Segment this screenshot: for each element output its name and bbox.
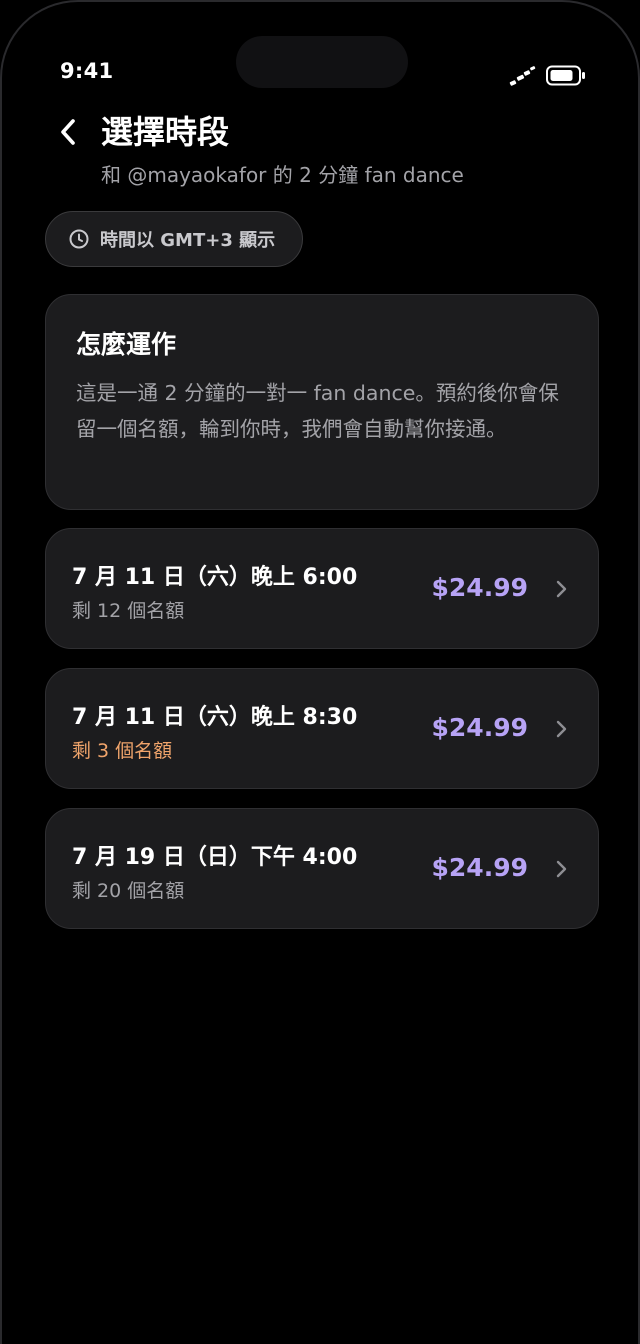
- slot-remaining: 剩 20 個名額: [72, 880, 185, 902]
- slot-row[interactable]: 7 月 19 日（日）下午 4:00 剩 20 個名額 $24.99: [45, 808, 599, 929]
- phone-screen: 9:41 選擇時段 和 @mayaokafor 的 2 分鐘 fan dance…: [0, 0, 640, 1344]
- status-time: 9:41: [60, 59, 114, 83]
- chevron-right-icon: [556, 720, 567, 738]
- slot-row[interactable]: 7 月 11 日（六）晚上 6:00 剩 12 個名額 $24.99: [45, 528, 599, 649]
- dynamic-island: [236, 36, 408, 88]
- info-card-body: 這是一通 2 分鐘的一對一 fan dance。預約後你會保留一個名額，輪到你時…: [76, 381, 559, 441]
- slot-price: $24.99: [431, 573, 528, 602]
- chevron-left-icon: [61, 119, 75, 145]
- chevron-right-icon: [556, 860, 567, 878]
- page-title: 選擇時段: [101, 113, 230, 151]
- slot-datetime: 7 月 11 日（六）晚上 6:00: [72, 565, 358, 590]
- timezone-label: 時間以 GMT+3 顯示: [100, 230, 276, 251]
- signal-icon: [509, 66, 536, 86]
- slot-remaining: 剩 3 個名額: [72, 740, 173, 762]
- chevron-right-icon: [556, 580, 567, 598]
- slot-price: $24.99: [431, 853, 528, 882]
- timezone-chip[interactable]: 時間以 GMT+3 顯示: [45, 211, 303, 267]
- slot-row[interactable]: 7 月 11 日（六）晚上 8:30 剩 3 個名額 $24.99: [45, 668, 599, 789]
- slot-price: $24.99: [431, 713, 528, 742]
- slot-datetime: 7 月 19 日（日）下午 4:00: [72, 845, 358, 870]
- back-button[interactable]: [48, 112, 88, 152]
- battery-icon: [546, 65, 585, 86]
- info-card-title: 怎麼運作: [76, 330, 177, 359]
- how-it-works-card: 怎麼運作 這是一通 2 分鐘的一對一 fan dance。預約後你會保留一個名額…: [45, 294, 599, 510]
- clock-icon: [69, 229, 89, 249]
- page-subtitle: 和 @mayaokafor 的 2 分鐘 fan dance: [101, 163, 464, 187]
- slot-remaining: 剩 12 個名額: [72, 600, 185, 622]
- slot-datetime: 7 月 11 日（六）晚上 8:30: [72, 705, 358, 730]
